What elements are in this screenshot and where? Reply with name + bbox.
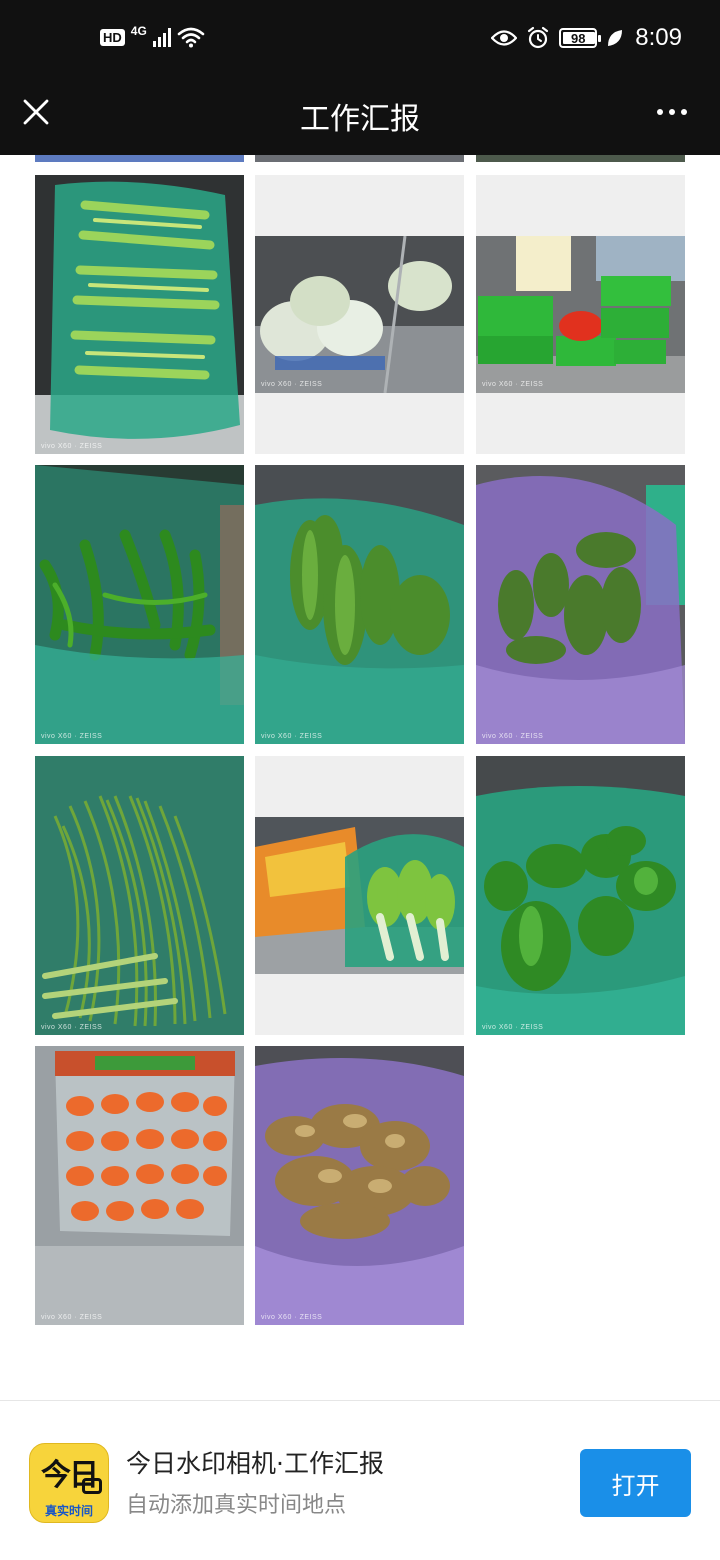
carrots-photo [35, 1046, 244, 1325]
signal-icon [152, 27, 171, 47]
photo-thumbnail-bitter-melons-purple[interactable]: vivo X60 · ZEISS [476, 465, 685, 744]
photo-watermark: vivo X60 · ZEISS [41, 733, 103, 740]
photo-thumbnail-baskets[interactable]: vivo X60 · ZEISS [476, 175, 685, 454]
app-icon[interactable]: 今日 真实时间 [29, 1443, 109, 1523]
photo-thumbnail-long-beans[interactable]: vivo X60 · ZEISS [35, 756, 244, 1035]
bitter-melons-green-photo [255, 465, 464, 744]
more-icon-dot [657, 109, 663, 115]
photo-watermark: vivo X60 · ZEISS [261, 733, 323, 740]
photo-thumbnail-melons[interactable]: vivo X60 · ZEISS [255, 175, 464, 454]
camera-icon [82, 1478, 102, 1494]
photo-partial[interactable] [476, 155, 685, 162]
status-left: HD 4G [100, 24, 205, 48]
photo-watermark: vivo X60 · ZEISS [41, 1314, 103, 1321]
status-right: 98 8:09 [491, 24, 682, 52]
bell-peppers-photo [476, 756, 685, 1035]
photo-watermark: vivo X60 · ZEISS [482, 733, 544, 740]
bok-choy-photo [255, 817, 464, 974]
app-icon-subtext: 真实时间 [44, 1504, 93, 1518]
clock-time: 8:09 [635, 24, 682, 51]
hd-badge: HD [100, 28, 125, 46]
ginger-photo [255, 1046, 464, 1325]
more-button[interactable] [646, 94, 698, 130]
celery-photo [35, 175, 244, 454]
photo-thumbnail-celery[interactable]: vivo X60 · ZEISS [35, 175, 244, 454]
photo-watermark: vivo X60 · ZEISS [41, 1024, 103, 1031]
battery-level: 98 [571, 30, 586, 46]
leaf-icon [608, 30, 623, 46]
photo-partial[interactable] [255, 155, 464, 162]
page-title: 工作汇报 [300, 102, 420, 137]
battery-icon: 98 [559, 28, 602, 48]
bitter-melons-purple-photo [476, 465, 685, 744]
photo-watermark: vivo X60 · ZEISS [41, 443, 103, 450]
title-bar: 工作汇报 [0, 82, 720, 155]
eye-icon [491, 30, 518, 46]
melons-photo [255, 236, 464, 393]
network-type: 4G [130, 24, 147, 38]
photo-partial[interactable] [35, 155, 244, 162]
photo-thumbnail-bitter-melons-green[interactable]: vivo X60 · ZEISS [255, 465, 464, 744]
alarm-icon [528, 26, 549, 49]
photo-thumbnail-carrots[interactable]: vivo X60 · ZEISS [35, 1046, 244, 1325]
chili-peppers-photo [35, 465, 244, 744]
wifi-icon [177, 27, 205, 48]
photo-grid[interactable]: vivo X60 · ZEISS vivo X60 · ZEISS vivo X… [0, 155, 720, 1400]
photo-thumbnail-chili-peppers[interactable]: vivo X60 · ZEISS [35, 465, 244, 744]
more-icon-dot [669, 109, 675, 115]
more-icon-dot [681, 109, 687, 115]
photo-watermark: vivo X60 · ZEISS [482, 1024, 544, 1031]
app-promo-banner: 今日 真实时间 今日水印相机·工作汇报 自动添加真实时间地点 打开 [0, 1400, 720, 1560]
banner-subtitle: 自动添加真实时间地点 [126, 1493, 347, 1518]
photo-watermark: vivo X60 · ZEISS [261, 381, 323, 388]
banner-title: 今日水印相机·工作汇报 [126, 1449, 384, 1478]
photo-watermark: vivo X60 · ZEISS [261, 1314, 323, 1321]
photo-thumbnail-bell-peppers[interactable]: vivo X60 · ZEISS [476, 756, 685, 1035]
photo-thumbnail-bok-choy[interactable] [255, 756, 464, 1035]
photo-thumbnail-ginger[interactable]: vivo X60 · ZEISS [255, 1046, 464, 1325]
photo-watermark: vivo X60 · ZEISS [482, 381, 544, 388]
baskets-photo [476, 236, 685, 393]
long-beans-photo [35, 756, 244, 1035]
open-button[interactable]: 打开 [580, 1449, 691, 1517]
status-bar: HD 4G 98 8:09 [0, 0, 720, 82]
